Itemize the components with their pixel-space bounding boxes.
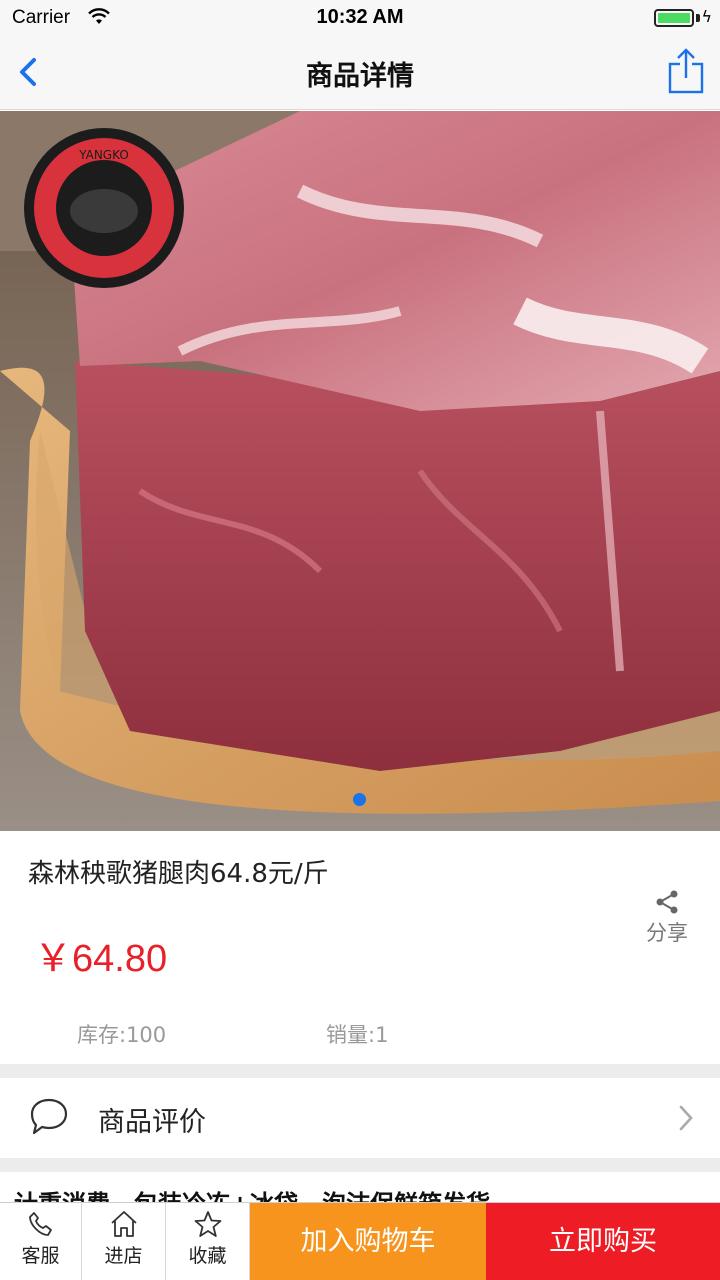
carousel-indicator[interactable] — [353, 793, 366, 806]
reviews-row[interactable]: 商品评价 — [0, 1078, 720, 1158]
enter-store-button[interactable]: 进店 — [82, 1203, 166, 1280]
share-label: 分享 — [646, 921, 688, 945]
svg-text:YANGKO: YANGKO — [78, 148, 129, 162]
customer-service-label: 客服 — [21, 1245, 60, 1267]
status-bar: Carrier 10:32 AM ϟ — [0, 0, 720, 36]
chevron-right-icon — [679, 1105, 693, 1131]
share-upload-icon[interactable] — [666, 48, 706, 94]
home-icon — [110, 1211, 137, 1237]
phone-icon — [28, 1212, 52, 1236]
status-time: 10:32 AM — [316, 6, 404, 28]
favorite-label: 收藏 — [188, 1245, 227, 1267]
page-title: 商品详情 — [306, 61, 414, 92]
product-name: 森林秧歌猪腿肉64.8元/斤 — [28, 859, 329, 889]
product-photo: YANGKO — [0, 111, 720, 831]
navigation-bar: 商品详情 — [0, 36, 720, 110]
charging-icon: ϟ — [701, 7, 712, 26]
product-info: 森林秧歌猪腿肉64.8元/斤 ￥64.80 分享 库存:100 销量:1 — [0, 831, 720, 1064]
star-icon — [194, 1211, 221, 1237]
chat-bubble-icon — [30, 1098, 68, 1135]
add-to-cart-button[interactable]: 加入购物车 — [250, 1203, 486, 1280]
favorite-button[interactable]: 收藏 — [166, 1203, 250, 1280]
product-image[interactable]: YANGKO — [0, 111, 720, 831]
section-divider — [0, 1064, 720, 1078]
customer-service-button[interactable]: 客服 — [0, 1203, 82, 1280]
stock-count: 库存:100 — [77, 1023, 167, 1047]
brand-logo: YANGKO — [24, 128, 184, 288]
battery-icon — [654, 9, 694, 27]
share-icon — [656, 890, 678, 914]
product-price: ￥64.80 — [34, 938, 168, 980]
share-button[interactable]: 分享 — [640, 889, 694, 947]
battery-tip — [696, 14, 700, 22]
sales-count: 销量:1 — [326, 1023, 389, 1047]
enter-store-label: 进店 — [104, 1245, 143, 1267]
bottom-toolbar: 客服 进店 收藏 加入购物车 立即购买 — [0, 1202, 720, 1280]
reviews-label: 商品评价 — [98, 1107, 206, 1138]
buy-now-button[interactable]: 立即购买 — [486, 1203, 720, 1280]
section-divider — [0, 1158, 720, 1172]
